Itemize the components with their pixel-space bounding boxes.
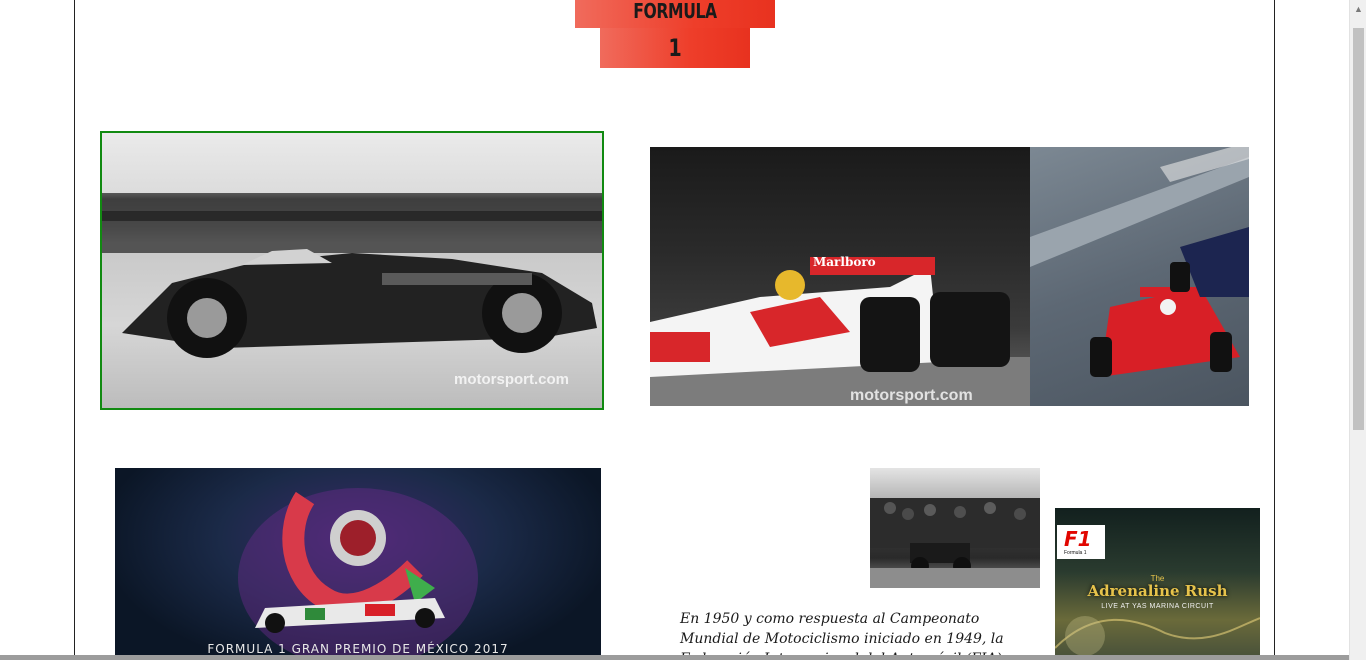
sponsor-logo-text: Marlboro — [813, 255, 876, 269]
modern-watermark: motorsport.com — [850, 387, 973, 404]
vintage-car-photo[interactable]: motorsport.com — [100, 131, 604, 410]
poster-artwork — [238, 488, 478, 660]
f1-logo-icon: F1 — [1064, 527, 1092, 551]
historic-crowd-illustration — [870, 498, 1040, 588]
vintage-watermark: motorsport.com — [454, 371, 570, 388]
page-title: FORMULA — [633, 0, 717, 23]
scroll-thumb[interactable] — [1353, 28, 1364, 430]
adrenaline-title: Adrenaline Rush — [1087, 582, 1228, 600]
adrenaline-subtitle: LIVE AT YAS MARINA CIRCUIT — [1101, 603, 1214, 610]
adrenaline-rush-poster[interactable]: F1 Formula 1 The Adrenaline Rush LIVE AT… — [1055, 508, 1260, 660]
mclaren-photo: motorsport.com Marlboro — [650, 147, 1030, 406]
page-title-number: 1 — [668, 34, 682, 62]
f1-logo-sub: Formula 1 — [1064, 550, 1087, 556]
vertical-scrollbar[interactable]: ▲ — [1349, 0, 1366, 660]
history-paragraph: En 1950 y como respuesta al Campeonato M… — [680, 611, 1004, 660]
mexico-gp-poster[interactable]: FORMULA 1 GRAN PREMIO DE MÉXICO 2017 — [115, 468, 601, 660]
bottom-bar — [0, 655, 1349, 660]
ferrari-photo — [1030, 147, 1249, 406]
scroll-up-arrow-icon[interactable]: ▲ — [1350, 0, 1366, 17]
modern-f1-collage[interactable]: motorsport.com Marlboro — [650, 147, 1249, 406]
vintage-car-illustration — [102, 193, 602, 358]
historic-race-photo[interactable] — [870, 468, 1040, 588]
poster-caption: FORMULA 1 GRAN PREMIO DE MÉXICO 2017 — [207, 642, 509, 656]
